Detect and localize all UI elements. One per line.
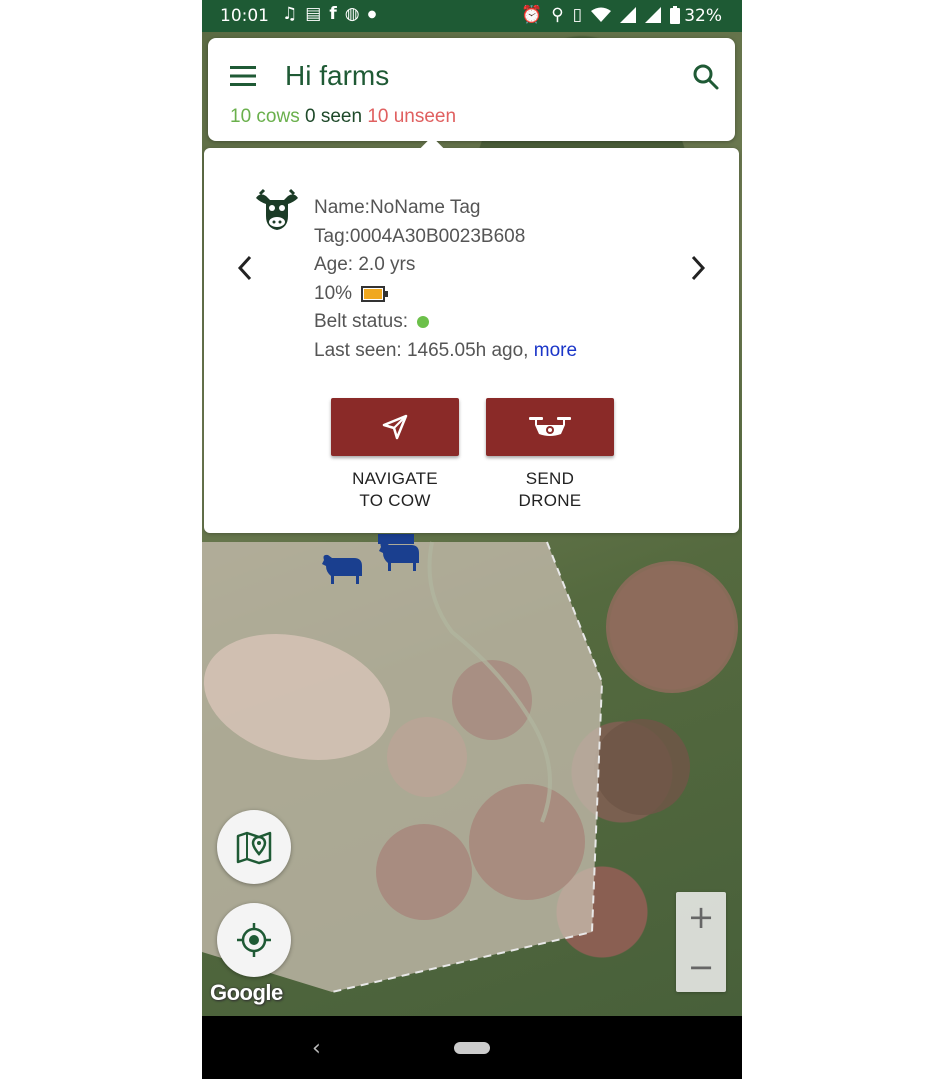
- drone-label-line1: SEND: [525, 469, 575, 488]
- drone-icon: [529, 417, 571, 436]
- map-layers-button[interactable]: [217, 810, 291, 884]
- battery-icon: [670, 6, 680, 24]
- music-note-icon: ♫: [282, 4, 298, 24]
- zoom-controls: + −: [676, 892, 726, 992]
- page-title: Hi farms: [285, 60, 390, 91]
- navigate-label-line1: NAVIGATE: [352, 469, 438, 488]
- seen-count[interactable]: 0 seen: [305, 106, 362, 127]
- navigate-to-cow-button[interactable]: [331, 398, 459, 456]
- belt-battery-percent: 10%: [314, 282, 353, 304]
- cow-marker[interactable]: [320, 550, 366, 586]
- system-icons: ⏰ ⚲ ▯: [521, 5, 680, 25]
- alarm-icon: ⏰: [521, 5, 543, 25]
- my-location-button[interactable]: [217, 903, 291, 977]
- search-icon[interactable]: [691, 62, 721, 92]
- notification-icons: ♫ ▤ f ◍ ●: [282, 4, 376, 24]
- drone-label: SEND DRONE: [486, 468, 614, 512]
- game-icon: ◍: [344, 4, 360, 24]
- chevron-right-icon[interactable]: [687, 253, 709, 283]
- send-drone-button[interactable]: [486, 398, 614, 456]
- wifi-icon: [591, 7, 611, 22]
- belt-status-label: Belt status:: [314, 311, 408, 333]
- status-bar: 10:01 ♫ ▤ f ◍ ● ⏰ ⚲ ▯ 32%: [202, 0, 742, 32]
- unseen-count[interactable]: 10 unseen: [367, 106, 456, 127]
- navigate-action: NAVIGATE TO COW: [331, 398, 459, 512]
- location-icon: ⚲: [551, 5, 564, 25]
- header-card: Hi farms 10 cows 0 seen 10 unseen: [208, 38, 735, 141]
- cow-age: Age: 2.0 yrs: [314, 254, 416, 276]
- belt-battery: 10%: [314, 280, 577, 309]
- navigation-arrow-icon: [382, 414, 408, 440]
- back-icon[interactable]: ‹: [312, 1036, 321, 1061]
- zoom-in-button[interactable]: +: [676, 892, 726, 942]
- home-pill[interactable]: [454, 1042, 490, 1054]
- navigate-label-line2: TO COW: [359, 491, 431, 510]
- google-attribution: Google: [210, 980, 283, 1005]
- herd-stats: 10 cows 0 seen 10 unseen: [230, 106, 456, 128]
- map-icon: [236, 831, 272, 865]
- menu-icon[interactable]: [228, 64, 260, 88]
- vibrate-icon: ▯: [572, 5, 582, 25]
- drone-label-line2: DRONE: [518, 491, 582, 510]
- last-seen-text: Last seen: 1465.05h ago,: [314, 339, 529, 361]
- last-seen: Last seen: 1465.05h ago, more: [314, 337, 577, 366]
- dot-icon: ●: [367, 8, 377, 20]
- signal-icon: [620, 7, 636, 23]
- more-link[interactable]: more: [534, 340, 577, 361]
- battery-percent: 32%: [684, 6, 722, 26]
- zoom-out-button[interactable]: −: [676, 942, 726, 992]
- belt-status: Belt status:: [314, 308, 577, 337]
- cow-head-icon: [256, 188, 298, 230]
- signal-icon: [645, 7, 661, 23]
- drone-action: SEND DRONE: [486, 398, 614, 512]
- status-time: 10:01: [220, 6, 269, 26]
- cow-marker[interactable]: [374, 530, 420, 550]
- cow-details: Name:NoName Tag Tag:0004A30B0023B608 Age…: [314, 194, 577, 366]
- battery-low-icon: [361, 285, 389, 302]
- crosshair-icon: [237, 923, 271, 957]
- cow-tag: Tag:0004A30B0023B608: [314, 225, 526, 247]
- phone-screen: 10:01 ♫ ▤ f ◍ ● ⏰ ⚲ ▯ 32% Google Hi farm…: [202, 0, 742, 1079]
- navigate-label: NAVIGATE TO COW: [331, 468, 459, 512]
- cows-count[interactable]: 10 cows: [230, 106, 300, 127]
- cow-info-popup: Name:NoName Tag Tag:0004A30B0023B608 Age…: [204, 136, 739, 533]
- news-icon: ▤: [305, 4, 322, 24]
- system-nav-bar: ‹: [202, 1016, 742, 1079]
- facebook-icon: f: [329, 4, 337, 24]
- chevron-left-icon[interactable]: [234, 253, 256, 283]
- belt-status-indicator: [417, 316, 430, 329]
- cow-name: Name:NoName Tag: [314, 197, 481, 218]
